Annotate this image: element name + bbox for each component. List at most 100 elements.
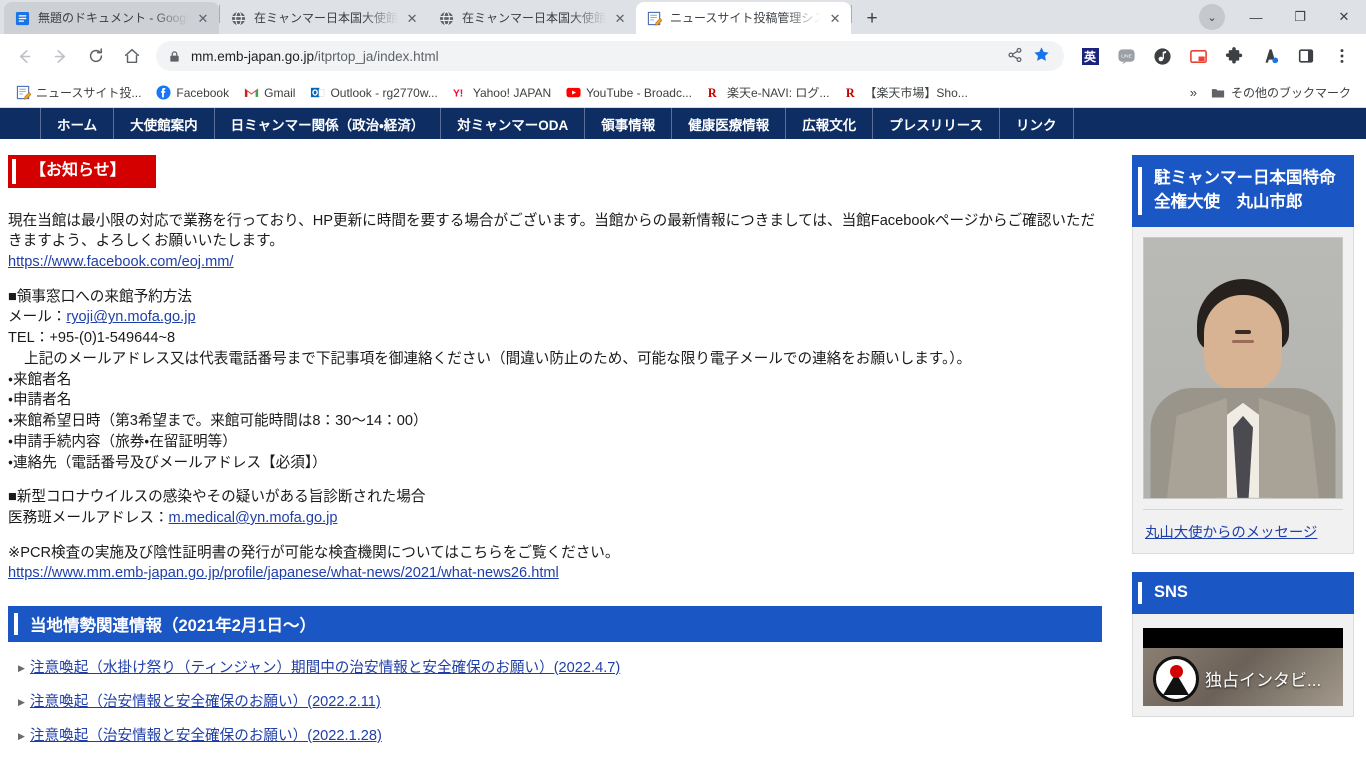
bullet-procedure: ・申請手続内容（旅券・在留証明等） [8, 433, 237, 450]
line-extension-icon[interactable]: LINE [1110, 40, 1142, 72]
tab-divider [851, 4, 853, 23]
star-filled-icon[interactable] [1033, 46, 1050, 66]
folder-icon [1210, 85, 1226, 101]
close-icon[interactable]: ✕ [195, 10, 211, 26]
close-icon[interactable]: ✕ [404, 10, 420, 26]
svg-text:R: R [846, 86, 855, 100]
url-host: mm.emb-japan.go.jp [191, 48, 315, 64]
minimize-button[interactable]: — [1234, 0, 1278, 34]
ambassador-portrait [1143, 236, 1343, 499]
bookmark-label: 【楽天市場】Sho... [864, 86, 968, 100]
notice-badge: 【お知らせ】 [8, 155, 156, 188]
music-note-extension-icon[interactable] [1146, 40, 1178, 72]
close-window-button[interactable]: ✕ [1322, 0, 1366, 34]
pcr-info-link[interactable]: https://www.mm.emb-japan.go.jp/profile/j… [8, 565, 559, 581]
rakuten-icon: R [843, 85, 859, 101]
medical-email-link[interactable]: m.medical@yn.mofa.go.jp [169, 510, 338, 526]
bookmark-label: Facebook [176, 85, 230, 100]
new-tab-button[interactable]: + [858, 4, 886, 32]
video-top-bar [1143, 627, 1343, 648]
bookmark-label: Gmail [264, 85, 296, 100]
japan-emblem-icon [1153, 655, 1199, 702]
bookmark-item[interactable]: ニュースサイト投... [8, 81, 148, 104]
other-bookmarks-folder[interactable]: その他のブックマーク [1203, 81, 1358, 104]
sidepanel-icon[interactable] [1290, 40, 1322, 72]
notice-body: 現在当館は最小限の対応で業務を行っており、HP更新に時間を要する場合がございます… [0, 211, 1120, 585]
chrome-menu-icon[interactable] [1326, 40, 1358, 72]
nav-item-culture[interactable]: 広報文化 [785, 108, 872, 139]
bookmark-item[interactable]: R 【楽天市場】Sho... [836, 81, 974, 104]
ambassador-message-link[interactable]: 丸山大使からのメッセージ [1145, 525, 1317, 541]
maximize-button[interactable]: ❐ [1278, 0, 1322, 34]
bookmark-item[interactable]: Outlook - rg2770w... [302, 82, 444, 104]
yahoo-icon: Y! [452, 85, 468, 101]
share-icon[interactable] [1007, 47, 1023, 66]
picture-in-picture-icon[interactable] [1182, 40, 1214, 72]
browser-tab[interactable]: 無題のドキュメント - Google ✕ [4, 2, 219, 34]
profile-chevron-button[interactable]: ⌄ [1190, 0, 1234, 34]
avatar-profile-icon[interactable] [1254, 40, 1286, 72]
youtube-icon [565, 85, 581, 101]
tab-strip: 無題のドキュメント - Google ✕ 在ミャンマー日本国大使館 ✕ 在ミャン… [0, 0, 1366, 34]
list-item: ▶ 注意喚起（水掛け祭り（ティンジャン）期間中の治安情報と安全確保のお願い）(2… [18, 656, 1120, 677]
nav-item-oda[interactable]: 対ミャンマーODA [440, 108, 584, 139]
local-link-security-feb11[interactable]: 注意喚起（治安情報と安全確保のお願い）(2022.2.11) [30, 690, 381, 711]
back-button[interactable] [8, 40, 40, 72]
nav-item-embassy-guide[interactable]: 大使館案内 [113, 108, 214, 139]
forward-button[interactable] [44, 40, 76, 72]
bookmark-item[interactable]: Gmail [236, 82, 302, 104]
browser-tab[interactable]: 在ミャンマー日本国大使館 ✕ [220, 2, 429, 34]
nav-item-japan-myanmar-relations[interactable]: 日ミャンマー関係（政治・経済） [213, 108, 441, 139]
close-icon[interactable]: ✕ [827, 10, 843, 26]
sns-video-thumbnail[interactable]: 独占インタビ... [1143, 627, 1343, 706]
browser-tab-active[interactable]: ニュースサイト投稿管理システ ✕ [636, 2, 852, 34]
facebook-page-link[interactable]: https://www.facebook.com/eoj.mm/ [8, 254, 233, 270]
rakuten-icon: R [706, 85, 722, 101]
address-bar[interactable]: mm.emb-japan.go.jp/itprtop_ja/index.html [156, 41, 1064, 71]
bookmark-item[interactable]: Y! Yahoo! JAPAN [445, 82, 558, 104]
note-pencil-icon [646, 10, 662, 26]
ambassador-card: 駐ミャンマー日本国特命全権大使 丸山市郎 丸山大使からのメッセージ [1132, 155, 1354, 554]
bullet-desired-datetime: ・来館希望日時（第3希望まで。来館可能時間は8：30〜14：00） [8, 413, 428, 430]
nav-item-links[interactable]: リンク [999, 108, 1074, 139]
nav-item-consular[interactable]: 領事情報 [584, 108, 671, 139]
bookmark-label: ニュースサイト投... [36, 86, 142, 100]
bookmark-item[interactable]: R 楽天e-NAVI: ログ... [699, 81, 836, 104]
translate-english-extension-icon[interactable]: 英 [1074, 40, 1106, 72]
bookmark-item[interactable]: YouTube - Broadc... [558, 82, 699, 104]
close-icon[interactable]: ✕ [612, 10, 628, 26]
puzzle-extensions-icon[interactable] [1218, 40, 1250, 72]
local-link-security-jan28[interactable]: 注意喚起（治安情報と安全確保のお願い）(2022.1.28) [30, 724, 382, 745]
ambassador-card-body: 丸山大使からのメッセージ [1132, 226, 1354, 554]
reload-button[interactable] [80, 40, 112, 72]
bullet-visitor-name: ・来館者名 [8, 371, 72, 388]
browser-window: 無題のドキュメント - Google ✕ 在ミャンマー日本国大使館 ✕ 在ミャン… [0, 0, 1366, 768]
bullet-applicant-name: ・申請者名 [8, 392, 72, 409]
browser-tab[interactable]: 在ミャンマー日本国大使館 ✕ [428, 2, 637, 34]
consular-email-link[interactable]: ryoji@yn.mofa.go.jp [66, 309, 195, 325]
local-situation-link-list: ▶ 注意喚起（水掛け祭り（ティンジャン）期間中の治安情報と安全確保のお願い）(2… [0, 642, 1120, 745]
bookmark-label: 楽天e-NAVI: ログ... [726, 86, 830, 100]
bookmark-label: YouTube - Broadc... [586, 85, 692, 100]
bookmarks-overflow-button[interactable]: » [1184, 82, 1203, 103]
sns-card-header: SNS [1132, 571, 1354, 614]
nav-item-health-medical[interactable]: 健康医療情報 [671, 108, 785, 139]
svg-text:R: R [708, 86, 717, 100]
globe-icon [230, 10, 246, 26]
arrow-right-icon: ▶ [18, 697, 25, 708]
home-button[interactable] [116, 40, 148, 72]
local-situation-heading-label: 当地情勢関連情報（2021年2月1日〜） [30, 617, 317, 636]
nav-item-home[interactable]: ホーム [40, 108, 113, 139]
bookmark-item[interactable]: Facebook [148, 82, 236, 104]
sns-heading-label: SNS [1154, 582, 1188, 601]
local-link-thingyan[interactable]: 注意喚起（水掛け祭り（ティンジャン）期間中の治安情報と安全確保のお願い）(202… [30, 656, 620, 677]
tab-title: 無題のドキュメント - Google [38, 11, 189, 25]
portrait-face [1204, 295, 1282, 392]
reservation-instruction: 上記のメールアドレス又は代表電話番号まで下記事項を御連絡ください（間違い防止のた… [24, 350, 972, 367]
tel-line: TEL：+95-(0)1-549644~8 [8, 330, 176, 347]
nav-item-press-release[interactable]: プレスリリース [872, 108, 999, 139]
notice-badge-label: 【お知らせ】 [30, 162, 126, 179]
sns-card: SNS 独占インタビ... [1132, 571, 1354, 717]
covid-heading: ■新型コロナウイルスの感染やその疑いがある旨診断された場合 [8, 489, 426, 506]
site-secure-icon[interactable] [168, 50, 181, 63]
